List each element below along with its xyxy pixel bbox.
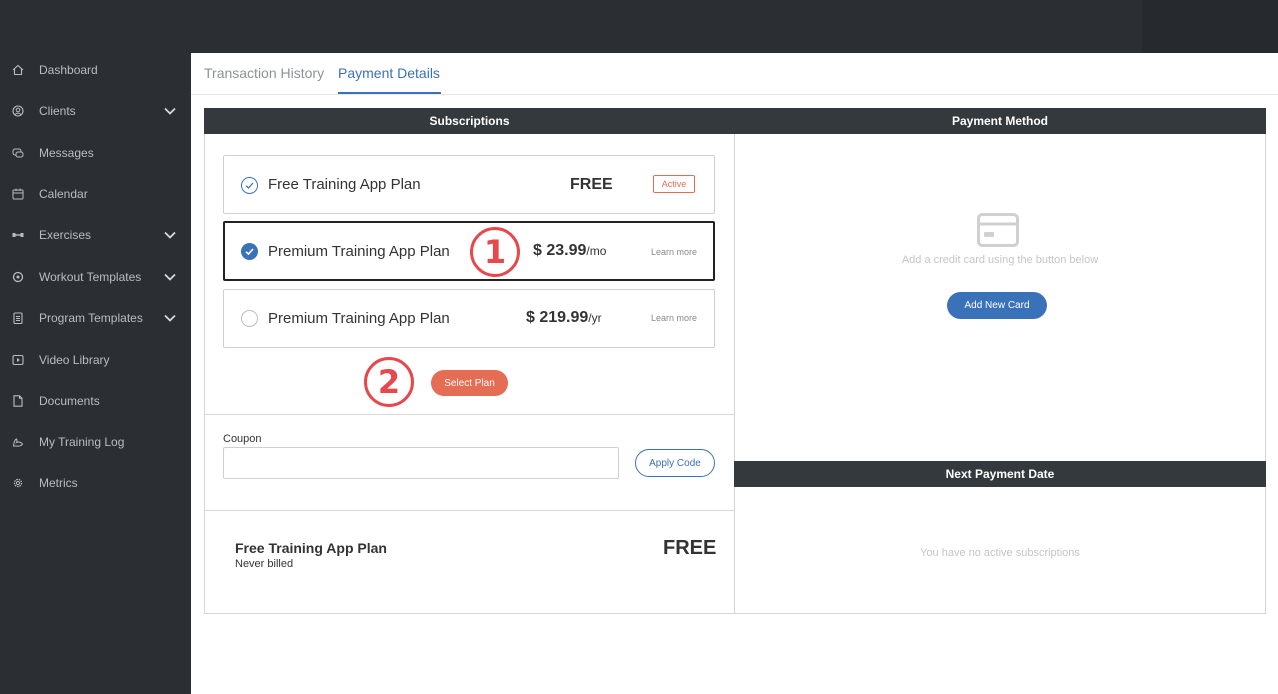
sidebar-item-label: My Training Log [39, 435, 125, 449]
badge-icon [12, 270, 24, 284]
sidebar-item-workout-templates[interactable]: Workout Templates [0, 262, 191, 292]
credit-card-icon [977, 213, 1019, 247]
next-payment-header: Next Payment Date [734, 461, 1266, 487]
chat-icon [12, 146, 24, 160]
no-card-message: Add a credit card using the button below [901, 254, 1099, 266]
chevron-down-icon[interactable] [163, 228, 177, 242]
plan-option-premium-yearly[interactable]: Premium Training App Plan $ 219.99/yr Le… [223, 289, 715, 348]
plan-option-premium-monthly[interactable]: Premium Training App Plan $ 23.99/mo Lea… [223, 221, 715, 281]
sidebar-item-label: Workout Templates [39, 270, 142, 284]
radio-empty-icon[interactable] [241, 310, 258, 327]
active-tab-indicator [338, 92, 441, 94]
plan-name: Premium Training App Plan [268, 243, 450, 260]
tab-transaction-history[interactable]: Transaction History [204, 65, 324, 81]
radio-checked-icon[interactable] [241, 243, 258, 260]
chevron-down-icon[interactable] [163, 270, 177, 284]
no-subscription-message: You have no active subscriptions [920, 547, 1080, 559]
check-circle-icon[interactable] [241, 177, 258, 194]
sidebar-item-label: Video Library [39, 353, 110, 367]
divider [204, 414, 735, 415]
current-plan-billing: Never billed [235, 558, 294, 570]
sidebar-item-label: Program Templates [39, 311, 143, 325]
learn-more-link[interactable]: Learn more [651, 247, 697, 257]
coupon-input[interactable] [223, 447, 619, 479]
payment-method-panel [734, 108, 1266, 462]
plan-option-free[interactable]: Free Training App Plan FREE Active [223, 155, 715, 214]
sidebar-item-label: Documents [39, 394, 100, 408]
home-icon [12, 63, 24, 77]
gear-icon [12, 476, 24, 490]
tab-bar: Transaction History Payment Details [191, 53, 1278, 95]
sidebar-item-label: Calendar [39, 187, 88, 201]
muscle-icon [12, 435, 24, 449]
active-badge: Active [653, 175, 695, 193]
sidebar-item-dashboard[interactable]: Dashboard [0, 55, 191, 85]
sidebar-item-messages[interactable]: Messages [0, 138, 191, 168]
sidebar-item-program-templates[interactable]: Program Templates [0, 303, 191, 333]
calendar-icon [12, 187, 24, 201]
payment-method-header: Payment Method [734, 108, 1266, 134]
chevron-down-icon[interactable] [163, 104, 177, 118]
tab-payment-details[interactable]: Payment Details [338, 65, 440, 81]
plan-name: Free Training App Plan [268, 176, 421, 193]
sidebar-item-metrics[interactable]: Metrics [0, 468, 191, 498]
user-circle-icon [12, 104, 24, 118]
sidebar-item-my-training-log[interactable]: My Training Log [0, 427, 191, 457]
sidebar-item-clients[interactable]: Clients [0, 96, 191, 126]
plan-price: FREE [570, 176, 613, 193]
plan-price: $ 219.99/yr [526, 309, 602, 326]
apply-code-button[interactable]: Apply Code [635, 449, 715, 477]
sidebar-item-documents[interactable]: Documents [0, 386, 191, 416]
top-bar [0, 0, 1278, 53]
sidebar: Dashboard Clients Messages Calendar Exer… [0, 53, 191, 694]
sidebar-item-label: Metrics [39, 476, 78, 490]
dumbbell-icon [12, 228, 24, 242]
annotation-marker-1: 1 [470, 227, 520, 277]
subscriptions-header: Subscriptions [204, 108, 735, 134]
select-plan-button[interactable]: Select Plan [431, 370, 508, 396]
document-icon [12, 394, 24, 408]
current-plan-price: FREE [663, 537, 717, 559]
sidebar-item-video-library[interactable]: Video Library [0, 345, 191, 375]
sidebar-item-label: Messages [39, 146, 94, 160]
clipboard-icon [12, 311, 24, 325]
video-icon [12, 353, 24, 367]
sidebar-item-calendar[interactable]: Calendar [0, 179, 191, 209]
learn-more-link[interactable]: Learn more [651, 313, 697, 323]
chevron-down-icon[interactable] [163, 311, 177, 325]
sidebar-item-exercises[interactable]: Exercises [0, 220, 191, 250]
plan-price: $ 23.99/mo [533, 242, 607, 259]
annotation-marker-2: 2 [364, 357, 414, 407]
add-new-card-button[interactable]: Add New Card [947, 292, 1047, 319]
current-plan-name: Free Training App Plan [235, 540, 387, 556]
divider [204, 510, 735, 511]
sidebar-item-label: Exercises [39, 228, 92, 242]
sidebar-item-label: Clients [39, 104, 76, 118]
sidebar-item-label: Dashboard [39, 63, 98, 77]
plan-name: Premium Training App Plan [268, 310, 450, 327]
coupon-label: Coupon [223, 433, 262, 445]
top-bar-right-section [1142, 0, 1278, 53]
